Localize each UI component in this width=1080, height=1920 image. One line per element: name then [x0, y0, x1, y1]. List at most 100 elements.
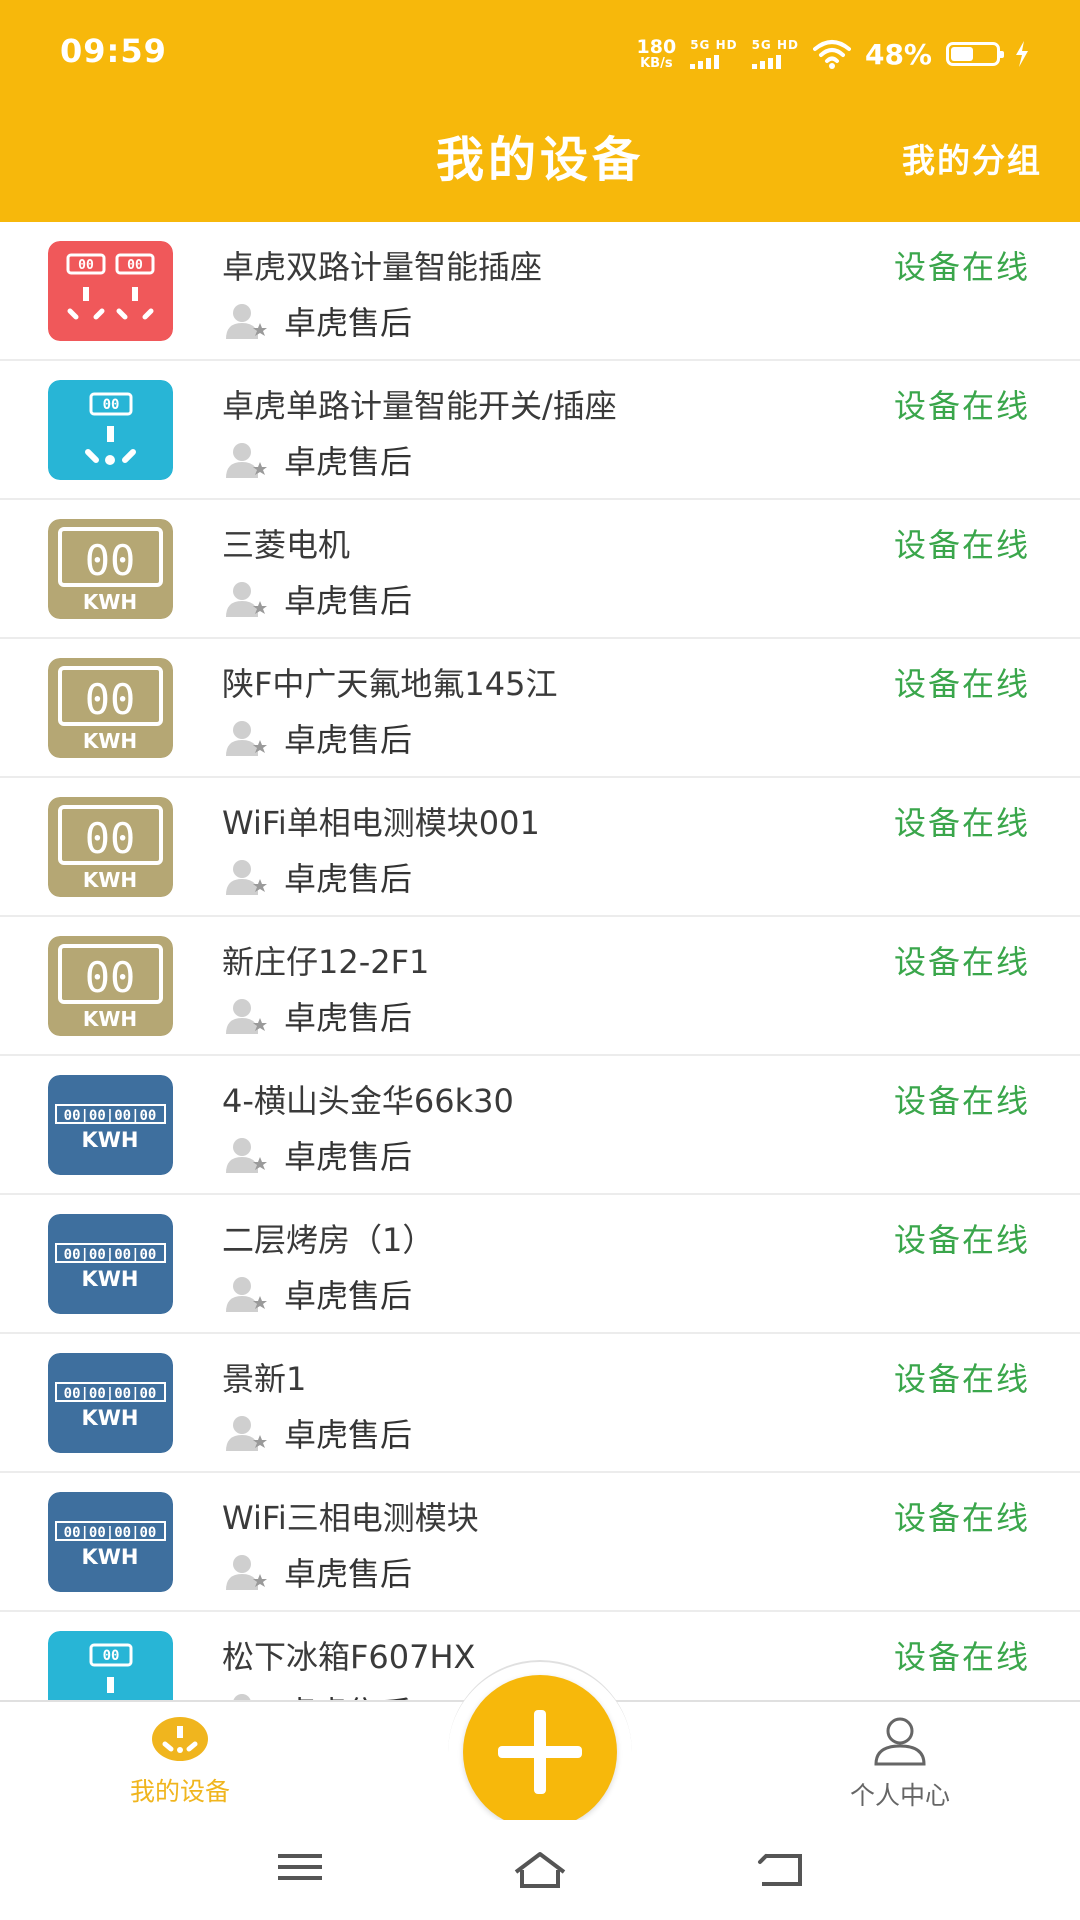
device-name: 二层烤房（1） [222, 1221, 435, 1259]
device-owner: 卓虎售后 [222, 1271, 412, 1317]
sim1-signal-icon: 5G HD [690, 39, 737, 69]
svg-text:00: 00 [103, 1648, 120, 1664]
svg-text:00: 00 [85, 814, 136, 863]
svg-text:00: 00 [85, 675, 136, 724]
three-phase-meter-icon: 00|00|00|00 KWH [48, 1492, 173, 1592]
device-owner-name: 卓虎售后 [284, 999, 413, 1037]
kwh-meter-icon: 00 KWH [48, 936, 173, 1036]
svg-text:KWH: KWH [81, 1128, 138, 1152]
device-owner: 卓虎售后 [222, 1410, 412, 1456]
device-icon: 00 KWH [48, 936, 173, 1036]
device-row[interactable]: 00|00|00|00 KWH 4-横山头金华66k30 卓虎售后 设备在线 [0, 1056, 1080, 1195]
device-icon: 00 00 [48, 241, 173, 341]
svg-text:00|00|00|00: 00|00|00|00 [64, 1525, 157, 1541]
device-row[interactable]: 00 KWH 陕F中广天氟地氟145江 卓虎售后 设备在线 [0, 639, 1080, 778]
device-list[interactable]: 00 00 卓虎双路计量智能插座 卓虎售后 设备在线 00 卓虎单路计量智能开关/… [0, 222, 1080, 1700]
shared-user-icon [226, 582, 267, 617]
device-name: WiFi单相电测模块001 [222, 804, 540, 842]
device-owner-name: 卓虎售后 [284, 721, 413, 759]
shared-user-icon [226, 1277, 267, 1312]
tab-my-devices[interactable]: 我的设备 [80, 1716, 280, 1808]
device-owner: 卓虎售后 [222, 576, 412, 622]
device-row[interactable]: 00 KWH WiFi单相电测模块001 卓虎售后 设备在线 [0, 778, 1080, 917]
charging-icon [1016, 41, 1028, 67]
device-status: 设备在线 [893, 1221, 1030, 1259]
device-name: 景新1 [222, 1360, 307, 1398]
device-icon: 00|00|00|00 KWH [48, 1214, 173, 1314]
device-status: 设备在线 [893, 1082, 1030, 1120]
shared-user-icon [226, 999, 267, 1034]
device-name: 4-横山头金华66k30 [222, 1082, 514, 1120]
device-row[interactable]: 00|00|00|00 KWH 景新1 卓虎售后 设备在线 [0, 1334, 1080, 1473]
svg-text:KWH: KWH [81, 1406, 138, 1430]
device-row[interactable]: 00|00|00|00 KWH 二层烤房（1） 卓虎售后 设备在线 [0, 1195, 1080, 1334]
tab-profile-label: 个人中心 [849, 1781, 950, 1810]
device-icon: 00|00|00|00 KWH [48, 1492, 173, 1592]
shared-user-icon [226, 1138, 267, 1173]
single-socket-icon: 00 [48, 1631, 173, 1700]
device-row[interactable]: 00 KWH 三菱电机 卓虎售后 设备在线 [0, 500, 1080, 639]
svg-text:KWH: KWH [81, 1267, 138, 1291]
device-name: 卓虎单路计量智能开关/插座 [222, 387, 617, 425]
network-speed-unit: KB/s [640, 56, 673, 71]
status-icons: 180 KB/s 5G HD 5G HD 48% [637, 34, 1030, 74]
device-status: 设备在线 [893, 1638, 1030, 1676]
device-owner-name: 卓虎售后 [284, 1138, 413, 1176]
battery-percent: 48% [864, 37, 932, 71]
dual-socket-icon: 00 00 [48, 241, 173, 341]
svg-text:KWH: KWH [83, 1007, 137, 1031]
device-icon: 00 KWH [48, 519, 173, 619]
device-icon: 00 KWH [48, 797, 173, 897]
kwh-meter-icon: 00 KWH [48, 519, 173, 619]
add-device-button[interactable] [463, 1675, 617, 1829]
device-owner-name: 卓虎售后 [284, 582, 413, 620]
sim2-signal-icon: 5G HD [751, 39, 799, 69]
device-owner: 卓虎售后 [222, 854, 412, 900]
tab-my-devices-label: 我的设备 [129, 1777, 230, 1806]
device-name: 新庄仔12-2F1 [222, 943, 430, 981]
status-bar: 09:59 180 KB/s 5G HD 5G HD 48% [0, 0, 1080, 100]
menu-icon[interactable] [278, 1850, 322, 1884]
device-status: 设备在线 [893, 665, 1030, 703]
device-icon: 00|00|00|00 KWH [48, 1075, 173, 1175]
shared-user-icon [226, 1555, 267, 1590]
device-row[interactable]: 00 KWH 新庄仔12-2F1 卓虎售后 设备在线 [0, 917, 1080, 1056]
wifi-icon [812, 40, 851, 69]
device-row[interactable]: 00 00 卓虎双路计量智能插座 卓虎售后 设备在线 [0, 222, 1080, 361]
shared-user-icon [226, 860, 267, 895]
app-header: 09:59 180 KB/s 5G HD 5G HD 48% 我的设备 我的分组 [0, 0, 1080, 222]
back-icon[interactable] [756, 1850, 804, 1890]
svg-text:00|00|00|00: 00|00|00|00 [64, 1108, 157, 1124]
svg-text:00: 00 [127, 258, 143, 273]
device-row[interactable]: 00|00|00|00 KWH WiFi三相电测模块 卓虎售后 设备在线 [0, 1473, 1080, 1612]
device-owner-name: 卓虎售后 [284, 443, 413, 481]
device-status: 设备在线 [893, 526, 1030, 564]
shared-user-icon [226, 1416, 267, 1451]
device-owner: 卓虎售后 [222, 1132, 412, 1178]
device-owner-name: 卓虎售后 [284, 1416, 413, 1454]
socket-tab-icon [152, 1717, 208, 1761]
shared-user-icon [226, 443, 267, 478]
svg-text:00: 00 [78, 258, 94, 273]
tab-profile[interactable]: 个人中心 [800, 1716, 1000, 1812]
device-name: 陕F中广天氟地氟145江 [222, 665, 558, 703]
home-icon[interactable] [512, 1850, 568, 1890]
shared-user-icon [226, 304, 267, 339]
svg-text:00: 00 [85, 953, 136, 1002]
device-name: 卓虎双路计量智能插座 [222, 248, 543, 286]
device-name: 松下冰箱F607HX [222, 1638, 476, 1676]
kwh-meter-icon: 00 KWH [48, 797, 173, 897]
svg-text:KWH: KWH [83, 590, 137, 614]
network-speed-value: 180 [636, 36, 677, 58]
shared-user-icon [226, 721, 267, 756]
device-status: 设备在线 [893, 1360, 1030, 1398]
svg-text:00: 00 [103, 397, 120, 413]
network-speed: 180 KB/s [636, 36, 677, 71]
battery-icon [946, 42, 1004, 66]
device-status: 设备在线 [893, 1499, 1030, 1537]
my-groups-button[interactable]: 我的分组 [902, 134, 1042, 182]
device-row[interactable]: 00 卓虎单路计量智能开关/插座 卓虎售后 设备在线 [0, 361, 1080, 500]
system-navigation-bar [0, 1820, 1080, 1920]
svg-text:00|00|00|00: 00|00|00|00 [64, 1386, 157, 1402]
svg-text:KWH: KWH [83, 868, 137, 892]
